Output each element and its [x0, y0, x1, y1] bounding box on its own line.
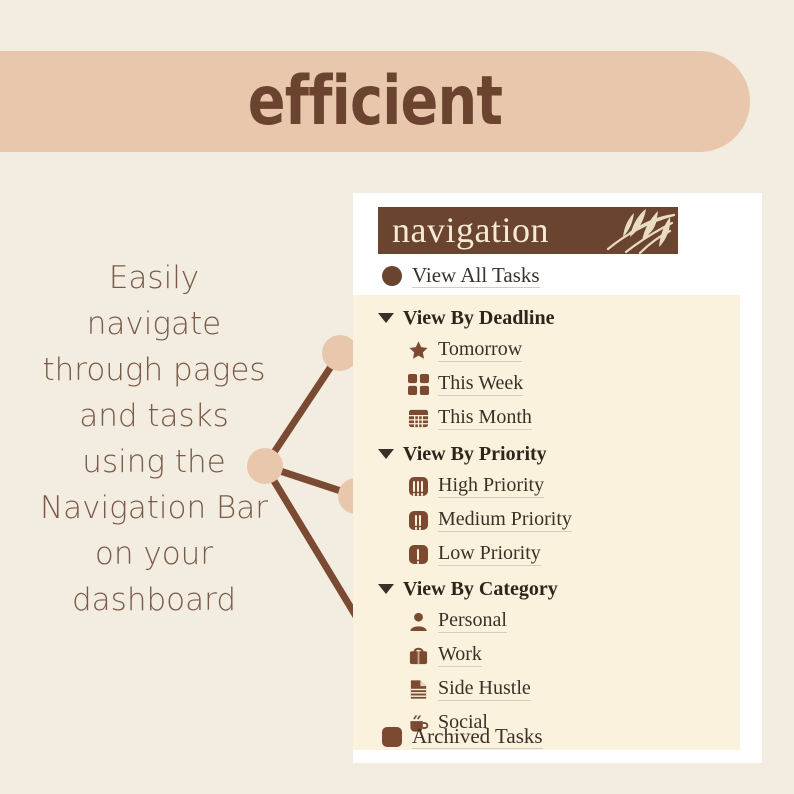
document-icon [404, 679, 432, 700]
nav-item-high-priority[interactable]: High Priority [353, 469, 740, 503]
section-view-by-priority: View By Priority High Priority Medium Pr… [353, 431, 740, 581]
nav-item-label: This Month [438, 406, 532, 430]
poster-canvas: efficient Easily navigate through pages … [0, 0, 794, 794]
rounded-square-icon [378, 727, 406, 747]
fern-frond-icon [606, 209, 676, 254]
nav-item-label: This Week [438, 372, 524, 396]
section-title: View By Priority [403, 442, 547, 465]
nav-item-label: Tomorrow [438, 338, 523, 362]
section-title: View By Deadline [403, 306, 555, 329]
nav-item-label: Low Priority [438, 542, 541, 566]
nav-item-label: Work [438, 643, 482, 667]
nav-item-this-week[interactable]: This Week [353, 367, 740, 401]
nav-item-personal[interactable]: Personal [353, 604, 740, 638]
navigation-card: navigation View All Tasks View By Deadli… [353, 193, 762, 763]
section-title: View By Category [403, 577, 558, 600]
section-header-deadline[interactable]: View By Deadline [353, 303, 740, 333]
two-exclamation-icon [404, 510, 432, 530]
nav-item-work[interactable]: Work [353, 638, 740, 672]
section-header-category[interactable]: View By Category [353, 574, 740, 604]
briefcase-icon [404, 645, 432, 666]
nav-item-label: View All Tasks [412, 263, 540, 288]
grid-four-icon [404, 373, 432, 395]
three-exclamation-icon [404, 476, 432, 496]
connector-hub-node [247, 448, 283, 484]
navigation-header-title: navigation [392, 210, 549, 250]
person-icon [404, 611, 432, 632]
section-view-by-deadline: View By Deadline Tomorrow This Week This… [353, 295, 740, 445]
connector-line-1 [261, 349, 344, 470]
nav-item-side-hustle[interactable]: Side Hustle [353, 672, 740, 706]
calendar-icon [404, 408, 432, 429]
nav-item-view-all-tasks[interactable]: View All Tasks [378, 259, 738, 293]
nav-item-medium-priority[interactable]: Medium Priority [353, 503, 740, 537]
caret-down-icon[interactable] [378, 584, 394, 594]
nav-item-label: High Priority [438, 474, 545, 498]
nav-item-tomorrow[interactable]: Tomorrow [353, 333, 740, 367]
caret-down-icon[interactable] [378, 313, 394, 323]
filled-circle-icon [378, 266, 406, 286]
nav-item-label: Personal [438, 609, 507, 633]
nav-item-this-month[interactable]: This Month [353, 401, 740, 435]
star-icon [404, 340, 432, 361]
nav-item-label: Side Hustle [438, 677, 531, 701]
caret-down-icon[interactable] [378, 449, 394, 459]
nav-item-label: Archived Tasks [412, 724, 543, 749]
nav-item-archived-tasks[interactable]: Archived Tasks [378, 720, 738, 754]
one-exclamation-icon [404, 544, 432, 564]
nav-item-label: Medium Priority [438, 508, 572, 532]
navigation-header: navigation [378, 207, 678, 254]
section-header-priority[interactable]: View By Priority [353, 439, 740, 469]
